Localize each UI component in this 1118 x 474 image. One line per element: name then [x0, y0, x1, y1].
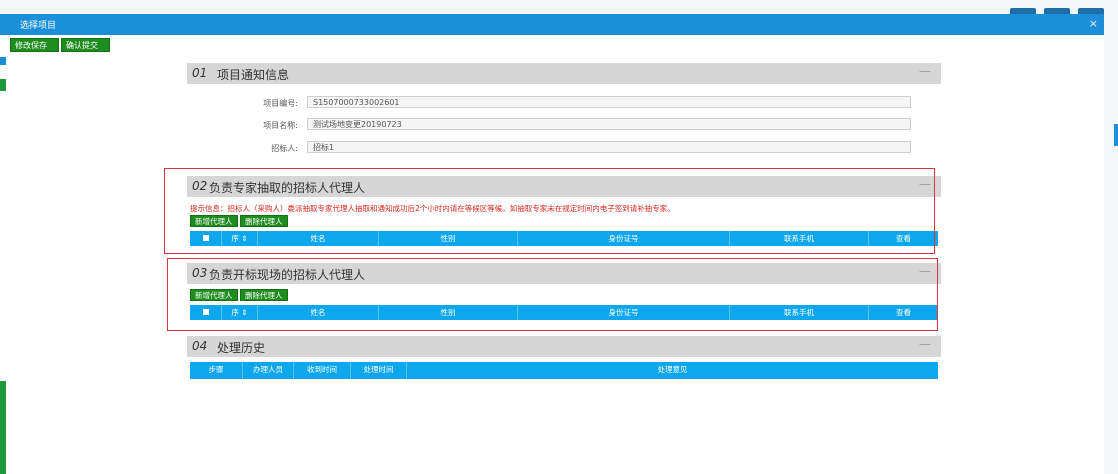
- column-received-time: 收到时间: [294, 362, 351, 379]
- dialog-title: 选择项目: [20, 21, 57, 31]
- save-changes-button[interactable]: 修改保存: [10, 38, 59, 52]
- section-header-history: 04 处理历史 —: [187, 336, 941, 357]
- column-handler: 办理人员: [243, 362, 294, 379]
- dialog-toolbar: 修改保存 确认提交: [0, 35, 1104, 57]
- background-accent: [0, 381, 6, 474]
- highlight-box: [164, 168, 935, 254]
- project-name-field[interactable]: 测试场地变更20190723: [307, 118, 911, 130]
- section-title: 项目通知信息: [217, 68, 290, 82]
- section-number: 04: [192, 339, 208, 353]
- tenderer-label: 招标人:: [271, 144, 298, 153]
- background-window-edge-left: [0, 57, 6, 474]
- tenderer-field[interactable]: 招标1: [307, 141, 911, 153]
- history-table-header: 步骤 办理人员 收到时间 处理时间 处理意见: [190, 362, 938, 379]
- highlight-box: [167, 258, 938, 331]
- background-accent: [0, 79, 6, 91]
- dialog-titlebar: 选择项目 ×: [0, 14, 1104, 35]
- collapse-icon[interactable]: —: [919, 337, 931, 351]
- confirm-submit-button[interactable]: 确认提交: [61, 38, 110, 52]
- section-header-project-info: 01 项目通知信息 —: [187, 63, 941, 84]
- close-icon[interactable]: ×: [1089, 17, 1098, 30]
- background-window-edge: [1104, 14, 1118, 474]
- project-name-label: 项目名称:: [263, 121, 298, 130]
- background-window-strip: [0, 0, 1118, 16]
- collapse-icon[interactable]: —: [919, 64, 931, 78]
- background-accent: [1114, 124, 1118, 146]
- column-comment: 处理意见: [657, 365, 688, 374]
- section-number: 01: [192, 66, 208, 80]
- column-step: 步骤: [190, 362, 243, 379]
- column-processed-time: 处理时间: [351, 362, 407, 379]
- project-code-label: 项目编号:: [263, 99, 298, 108]
- project-code-field[interactable]: S1507000733002601: [307, 96, 911, 108]
- background-accent: [0, 57, 6, 65]
- section-title: 处理历史: [217, 341, 266, 355]
